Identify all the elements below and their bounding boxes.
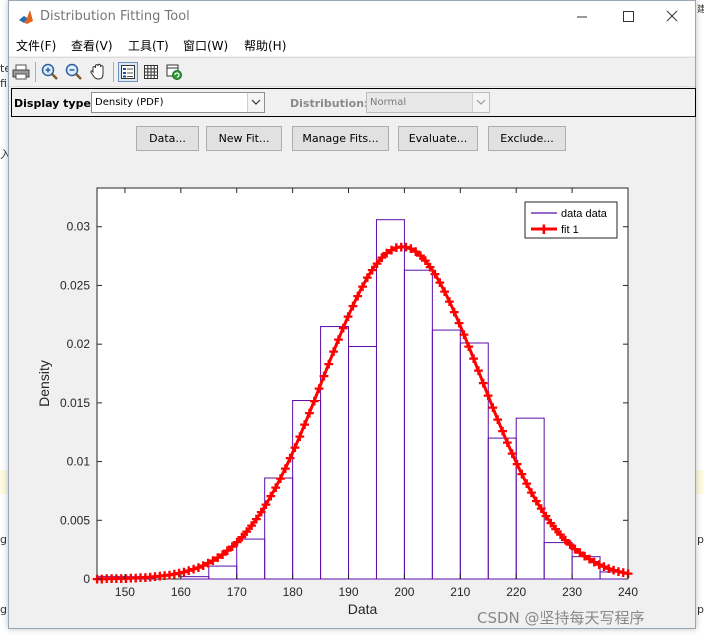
x-tick-label: 220: [506, 585, 526, 599]
x-tick-label: 180: [283, 585, 303, 599]
y-axis-label: Density: [36, 360, 52, 407]
x-tick-label: 160: [171, 585, 191, 599]
fit-marker: ✚: [309, 394, 319, 408]
y-tick-label: 0.005: [60, 513, 90, 527]
fit-marker: ✚: [319, 370, 329, 384]
density-plot[interactable]: ✚✚✚✚✚✚✚✚✚✚✚✚✚✚✚✚✚✚✚✚✚✚✚✚✚✚✚✚✚✚✚✚✚✚✚✚✚✚✚✚…: [0, 0, 704, 637]
fit-marker: ✚: [314, 382, 324, 396]
x-tick-label: 230: [562, 585, 582, 599]
legend-marker-fit: ✚: [539, 223, 550, 238]
legend-entry-fit: fit 1: [561, 224, 579, 236]
watermark: CSDN @坚持每天写程序: [477, 609, 645, 627]
fit-marker: ✚: [329, 345, 339, 359]
y-tick-label: 0.03: [67, 220, 91, 234]
x-tick-label: 170: [227, 585, 247, 599]
fit-marker: ✚: [304, 406, 314, 420]
y-tick-label: 0.01: [67, 455, 91, 469]
y-tick-label: 0.015: [60, 396, 90, 410]
fit-marker: ✚: [324, 357, 334, 371]
y-tick-label: 0: [83, 572, 90, 586]
y-tick-label: 0.025: [60, 278, 90, 292]
x-tick-label: 210: [450, 585, 470, 599]
legend-entry-data: data data: [561, 208, 608, 220]
x-tick-label: 150: [115, 585, 135, 599]
x-axis-label: Data: [348, 601, 378, 617]
legend[interactable]: data data ✚ fit 1: [524, 201, 618, 239]
x-tick-label: 200: [394, 585, 414, 599]
y-tick-label: 0.02: [67, 337, 91, 351]
x-tick-label: 190: [339, 585, 359, 599]
x-tick-label: 240: [618, 585, 638, 599]
